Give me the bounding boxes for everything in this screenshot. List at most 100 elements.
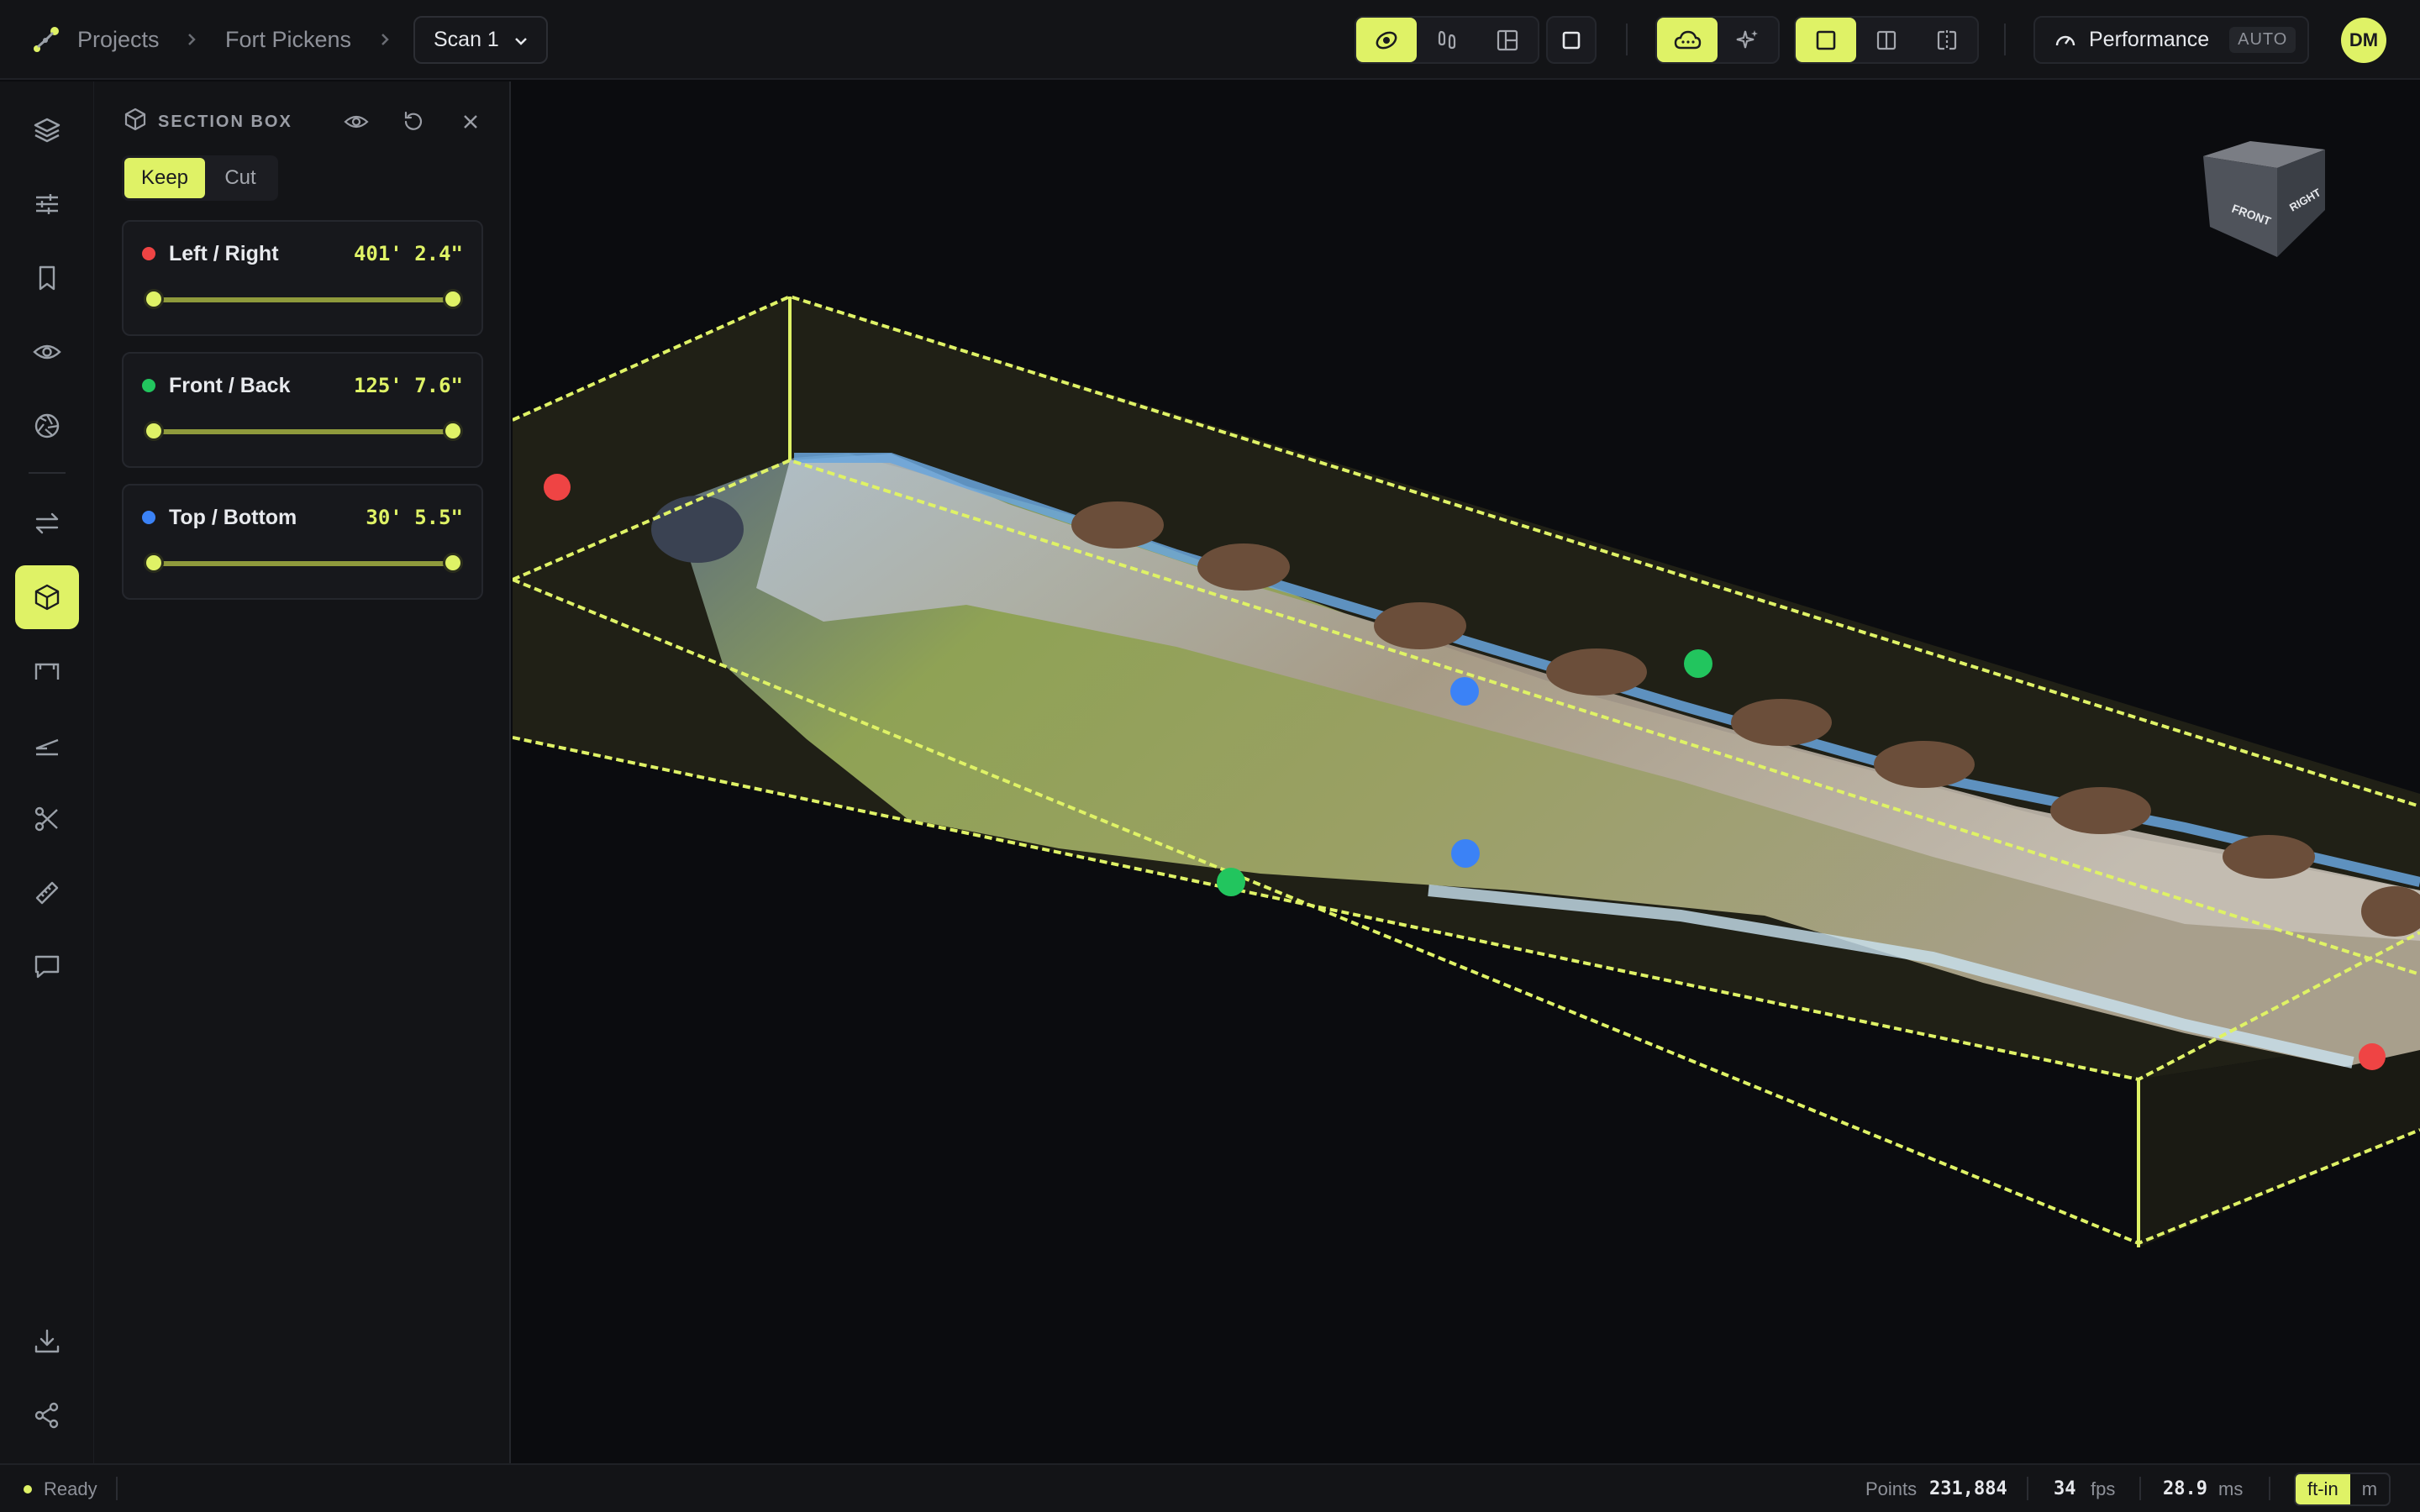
floor-plan-icon bbox=[34, 663, 60, 680]
range-slider-max-handle[interactable] bbox=[443, 553, 463, 573]
cube-icon bbox=[124, 108, 146, 131]
top-bottom-handle-top[interactable] bbox=[1450, 677, 1479, 706]
close-panel-button[interactable] bbox=[455, 107, 486, 137]
breadcrumb-projects[interactable]: Projects bbox=[77, 24, 160, 55]
performance-mode-badge: AUTO bbox=[2229, 27, 2296, 53]
point-cloud-button[interactable] bbox=[1657, 18, 1718, 62]
front-back-handle-back[interactable] bbox=[1684, 649, 1712, 678]
cut-mode-button[interactable]: Cut bbox=[205, 158, 276, 198]
rail-download-button[interactable] bbox=[15, 1310, 79, 1373]
rail-adjust-button[interactable] bbox=[15, 172, 79, 236]
vegetation-blob bbox=[2050, 787, 2151, 834]
axis-label: Front / Back bbox=[169, 374, 291, 397]
breadcrumb-project[interactable]: Fort Pickens bbox=[225, 24, 351, 55]
scene-canvas[interactable]: FRONT RIGHT bbox=[513, 81, 2420, 1463]
eye-icon bbox=[33, 344, 61, 360]
points-label: Points bbox=[1865, 1478, 1918, 1499]
layout-mode-button[interactable] bbox=[1477, 18, 1538, 62]
status-indicator-dot bbox=[24, 1485, 32, 1494]
ruler-icon bbox=[35, 881, 59, 905]
square-tool-button[interactable] bbox=[1548, 18, 1595, 62]
axis-color-dot bbox=[142, 511, 155, 524]
keep-mode-button[interactable]: Keep bbox=[124, 158, 205, 198]
rail-bookmarks-button[interactable] bbox=[15, 246, 79, 310]
axis-color-dot bbox=[142, 379, 155, 392]
reset-button[interactable] bbox=[398, 107, 429, 137]
rail-transform-button[interactable] bbox=[15, 491, 79, 555]
axis-value: 401' 2.4" bbox=[353, 242, 463, 265]
status-divider bbox=[116, 1477, 118, 1500]
share-icon bbox=[34, 1402, 59, 1429]
range-slider-max-handle[interactable] bbox=[443, 421, 463, 441]
range-slider-min-handle[interactable] bbox=[144, 289, 164, 309]
range-slider-track[interactable] bbox=[154, 561, 453, 566]
square-icon bbox=[1562, 31, 1581, 49]
download-icon bbox=[34, 1329, 60, 1353]
swap-icon bbox=[35, 512, 59, 534]
left-right-handle-right[interactable] bbox=[2359, 1043, 2386, 1070]
rail-camera-button[interactable] bbox=[15, 394, 79, 458]
walk-icon bbox=[1438, 30, 1456, 49]
eye-icon bbox=[344, 115, 369, 129]
rail-comments-button[interactable] bbox=[15, 935, 79, 999]
range-slider-min-handle[interactable] bbox=[144, 553, 164, 573]
app-logo-icon[interactable] bbox=[30, 24, 62, 55]
reset-icon bbox=[404, 111, 423, 130]
ms-label: ms bbox=[2218, 1478, 2244, 1499]
front-back-handle-front[interactable] bbox=[1217, 868, 1245, 896]
rail-divider bbox=[29, 472, 66, 474]
rail-section-box-button[interactable] bbox=[15, 565, 79, 629]
walk-mode-button[interactable] bbox=[1417, 18, 1477, 62]
rail-share-button[interactable] bbox=[15, 1383, 79, 1447]
keep-cut-toggle: Keep Cut bbox=[122, 155, 278, 201]
performance-label: Performance bbox=[2089, 28, 2210, 51]
section-box-panel: SECTION BOX Keep Cut Left / Right 401' 2… bbox=[94, 81, 511, 1463]
sliders-icon bbox=[36, 194, 58, 214]
layers-icon bbox=[34, 118, 60, 143]
vegetation-blob bbox=[1546, 648, 1647, 696]
rail-floor-plan-button[interactable] bbox=[15, 639, 79, 703]
split-view-icon bbox=[1876, 30, 1897, 50]
rail-visibility-button[interactable] bbox=[15, 320, 79, 384]
top-bottom-handle-bottom[interactable] bbox=[1451, 839, 1480, 868]
axis-color-dot bbox=[142, 247, 155, 260]
chevron-right-icon bbox=[188, 34, 196, 45]
vegetation-blob bbox=[1071, 501, 1164, 549]
enhance-button[interactable] bbox=[1718, 18, 1778, 62]
rail-measure-button[interactable] bbox=[15, 861, 79, 925]
range-slider-track[interactable] bbox=[154, 429, 453, 434]
single-view-button[interactable] bbox=[1796, 18, 1856, 62]
compare-view-button[interactable] bbox=[1917, 18, 1977, 62]
left-right-handle-left[interactable] bbox=[544, 474, 571, 501]
range-slider-track[interactable] bbox=[154, 297, 453, 302]
rail-layers-button[interactable] bbox=[15, 98, 79, 162]
vegetation-blob bbox=[1374, 602, 1466, 649]
point-cloud-viewport[interactable]: FRONT RIGHT bbox=[513, 81, 2420, 1463]
rail-clip-button[interactable] bbox=[15, 787, 79, 851]
axis-label: Top / Bottom bbox=[169, 506, 297, 529]
toggle-visibility-button[interactable] bbox=[341, 107, 371, 137]
status-divider bbox=[2027, 1477, 2028, 1500]
aperture-icon bbox=[34, 413, 60, 438]
range-slider-max-handle[interactable] bbox=[443, 289, 463, 309]
orbit-mode-button[interactable] bbox=[1356, 18, 1417, 62]
performance-dropdown[interactable]: Performance AUTO bbox=[2033, 16, 2309, 64]
status-divider bbox=[2269, 1477, 2270, 1500]
ms-value: 28.9 bbox=[2163, 1478, 2207, 1499]
user-avatar[interactable]: DM bbox=[2341, 18, 2386, 63]
render-group bbox=[1655, 16, 1780, 64]
status-state: Ready bbox=[44, 1478, 97, 1499]
split-view-button[interactable] bbox=[1856, 18, 1917, 62]
rail-elevation-button[interactable] bbox=[15, 713, 79, 777]
navigation-mode-group bbox=[1355, 16, 1539, 64]
scan-select[interactable]: Scan 1 bbox=[413, 16, 548, 64]
unit-toggle: ft-in m bbox=[2294, 1473, 2391, 1506]
comment-icon bbox=[34, 955, 60, 979]
scissors-icon bbox=[34, 806, 58, 832]
unit-imperial-button[interactable]: ft-in bbox=[2296, 1474, 2350, 1504]
view-layout-group bbox=[1794, 16, 1979, 64]
view-cube[interactable]: FRONT RIGHT bbox=[2203, 141, 2325, 257]
unit-metric-button[interactable]: m bbox=[2350, 1474, 2389, 1504]
range-slider-min-handle[interactable] bbox=[144, 421, 164, 441]
fps-label: fps bbox=[2091, 1478, 2116, 1499]
